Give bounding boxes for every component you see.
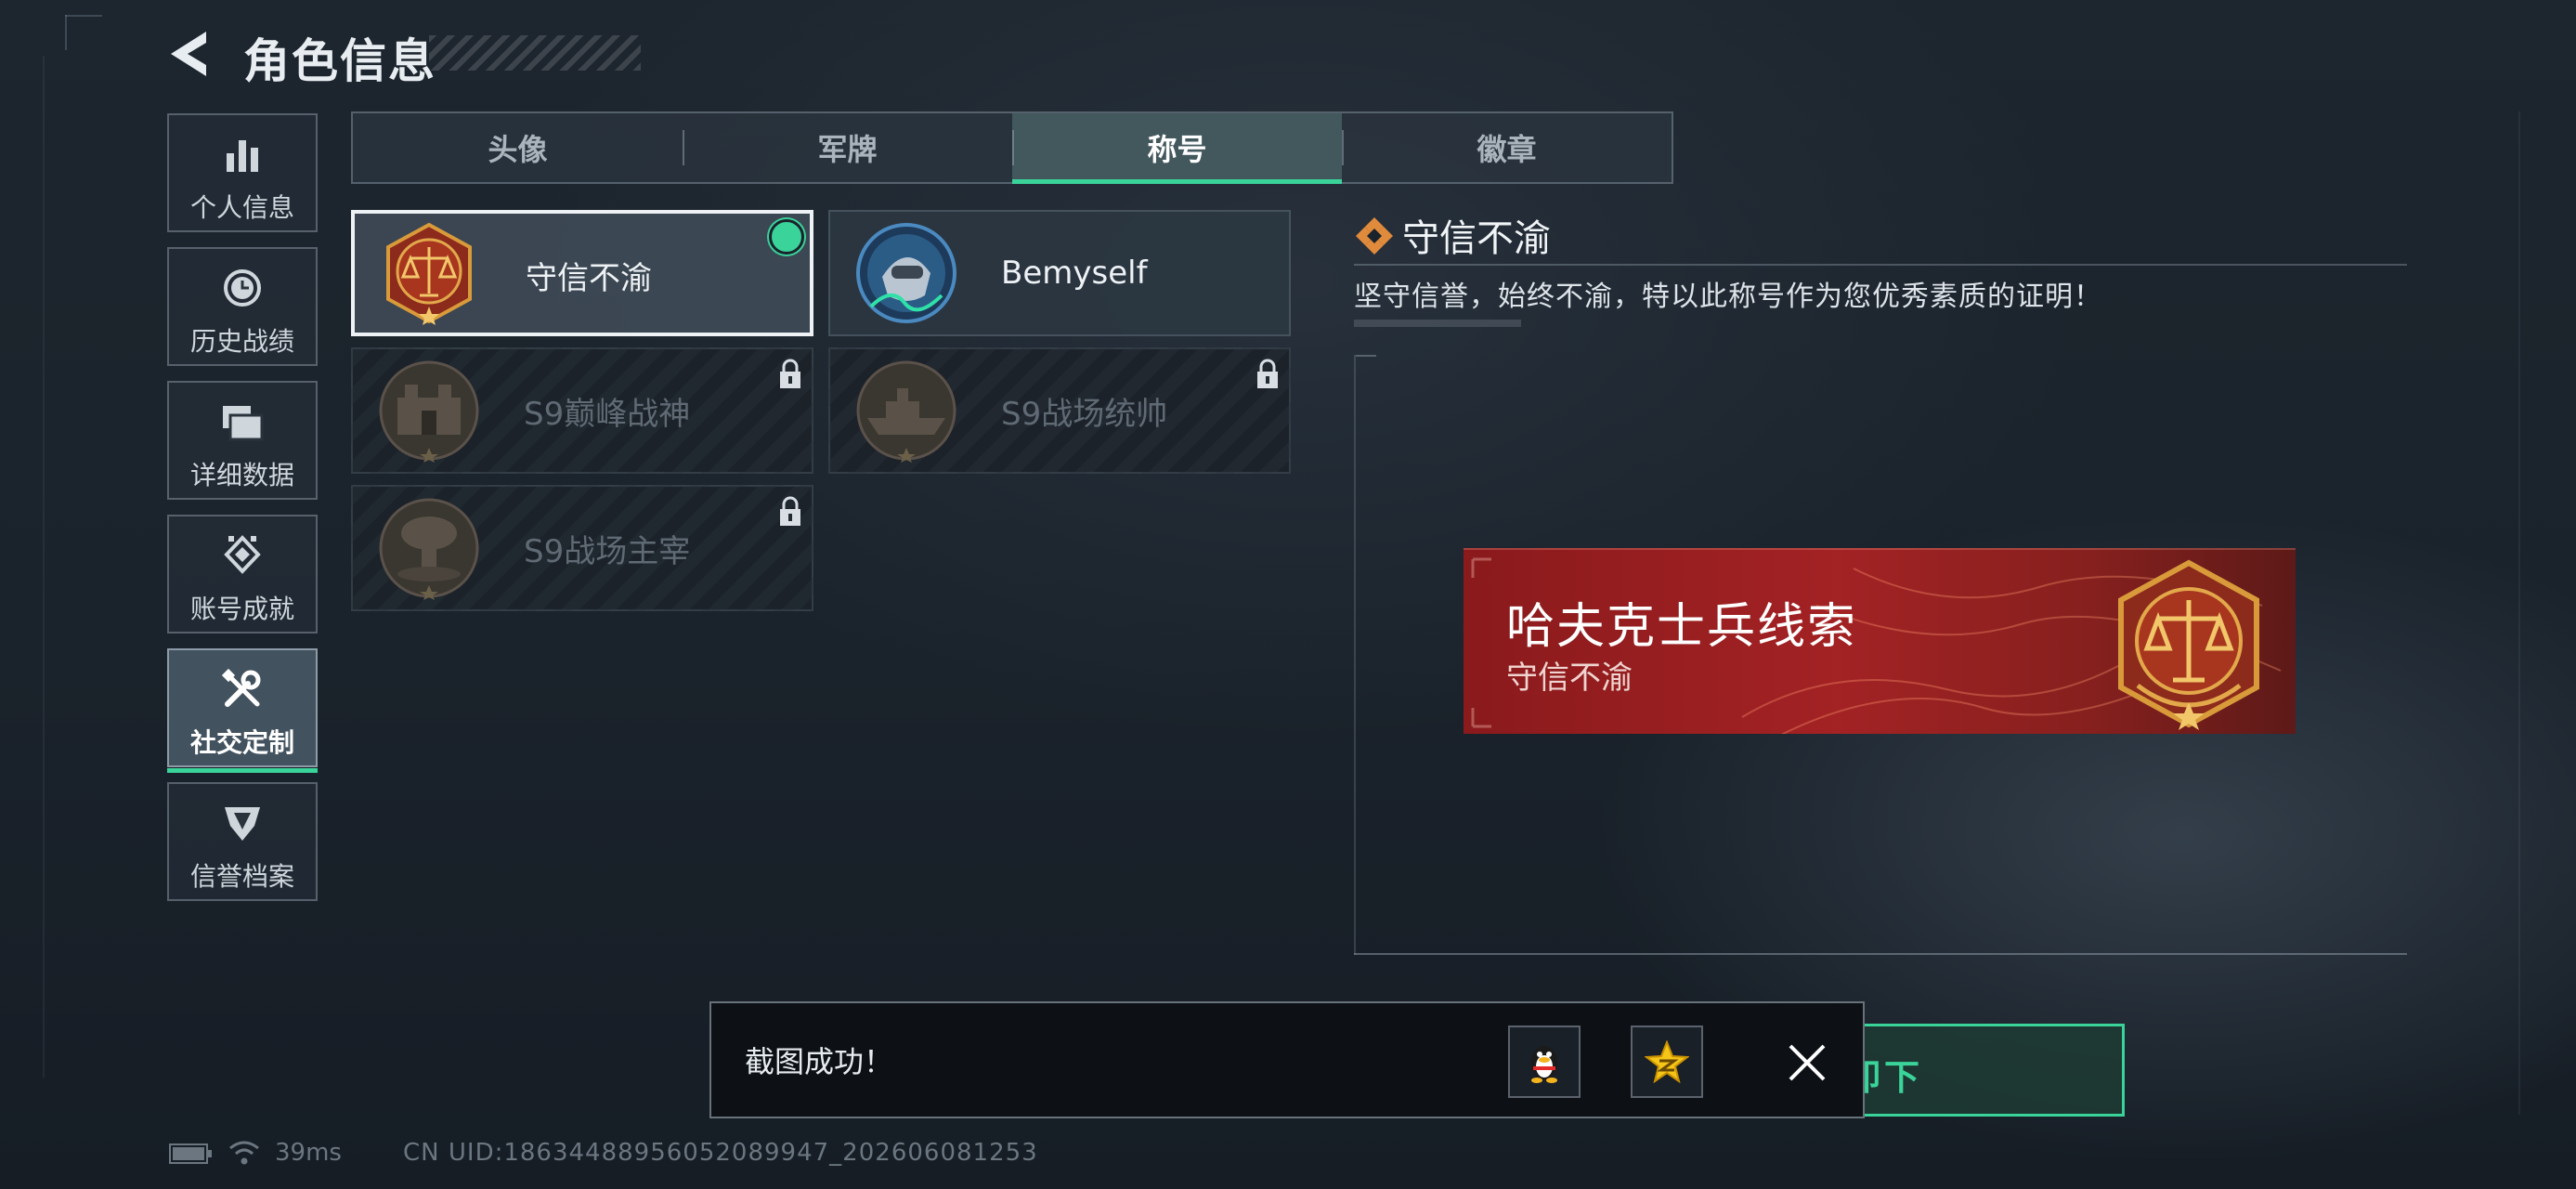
history-clock-icon bbox=[169, 264, 316, 312]
title-card-s9-commander[interactable]: S9战场统帅 bbox=[828, 347, 1291, 474]
soldier-signature-badge-icon bbox=[856, 223, 956, 323]
ping-text: 39ms bbox=[275, 1139, 342, 1167]
preview-player-name: 哈夫克士兵线索 bbox=[1506, 599, 1858, 655]
sidebar-item-detail-data[interactable]: 详细数据 bbox=[167, 381, 318, 500]
equipped-indicator bbox=[769, 219, 804, 255]
scales-badge-icon bbox=[386, 222, 472, 325]
uid-text: CN UID:18634488956052089947_202606081253 bbox=[403, 1139, 1038, 1167]
hud-vertical-line bbox=[2518, 111, 2520, 1115]
detail-sub-bar bbox=[1354, 320, 1521, 327]
sidebar-item-label: 信誉档案 bbox=[189, 861, 294, 892]
achievement-icon bbox=[169, 531, 316, 580]
title-card-name: S9战场主宰 bbox=[524, 532, 691, 570]
title-card-name: Bemyself bbox=[1001, 255, 1148, 292]
sidebar-item-achievements[interactable]: 账号成就 bbox=[167, 515, 318, 634]
warship-badge-icon bbox=[856, 360, 956, 463]
sidebar-item-history[interactable]: 历史战绩 bbox=[167, 247, 318, 366]
mushroom-cloud-badge-icon bbox=[379, 498, 479, 600]
fortress-badge-icon bbox=[379, 360, 479, 463]
detail-title-name: 守信不渝 bbox=[1402, 217, 1551, 260]
tab-badge[interactable]: 徽章 bbox=[1342, 113, 1672, 182]
page-title: 角色信息 bbox=[243, 34, 436, 88]
sidebar-item-label: 详细数据 bbox=[189, 460, 294, 490]
sidebar-item-label: 历史战绩 bbox=[189, 326, 294, 357]
lock-icon bbox=[780, 496, 800, 526]
tab-title[interactable]: 称号 bbox=[1012, 113, 1342, 184]
sidebar-item-credit-file[interactable]: 信誉档案 bbox=[167, 782, 318, 901]
sidebar-item-label: 账号成就 bbox=[189, 594, 294, 624]
title-card-name: 守信不渝 bbox=[526, 259, 652, 297]
credit-shield-icon bbox=[169, 799, 316, 847]
hud-corner-line bbox=[65, 15, 67, 50]
tab-avatar[interactable]: 头像 bbox=[353, 113, 683, 182]
title-card-name: S9战场统帅 bbox=[1001, 395, 1168, 433]
title-card-name: S9巅峰战神 bbox=[524, 395, 691, 433]
title-card-s9-dominator[interactable]: S9战场主宰 bbox=[351, 485, 813, 611]
tools-icon bbox=[169, 665, 316, 713]
title-card-bemyself[interactable]: Bemyself bbox=[828, 210, 1291, 336]
lock-icon bbox=[780, 359, 800, 388]
bar-chart-icon bbox=[169, 130, 316, 178]
lock-icon bbox=[1257, 359, 1278, 388]
qzone-share-button[interactable] bbox=[1631, 1026, 1703, 1098]
wifi-icon bbox=[229, 1141, 259, 1165]
title-card-s9-peak-god[interactable]: S9巅峰战神 bbox=[351, 347, 813, 474]
diamond-title-icon bbox=[1356, 217, 1393, 255]
sidebar-item-label: 个人信息 bbox=[189, 192, 294, 223]
sidebar-item-social-custom[interactable]: 社交定制 bbox=[167, 648, 318, 773]
toast-message: 截图成功！ bbox=[745, 1044, 894, 1079]
hud-corner-line bbox=[65, 15, 102, 17]
scales-badge-icon bbox=[2118, 559, 2259, 730]
detail-divider bbox=[1354, 264, 2407, 266]
back-arrow-icon[interactable] bbox=[165, 28, 215, 80]
sidebar-item-label: 社交定制 bbox=[189, 727, 294, 758]
title-card-shouxin[interactable]: 守信不渝 bbox=[351, 210, 813, 336]
close-x-icon[interactable] bbox=[1785, 1040, 1829, 1085]
folder-icon bbox=[169, 398, 316, 446]
title-decoration bbox=[429, 35, 641, 71]
qq-share-button[interactable] bbox=[1508, 1026, 1581, 1098]
screenshot-toast: 截图成功！ bbox=[709, 1001, 1865, 1118]
tab-dog-tag[interactable]: 军牌 bbox=[683, 113, 1012, 182]
hud-vertical-line bbox=[43, 56, 45, 1078]
title-preview-banner: 哈夫克士兵线索 守信不渝 bbox=[1464, 548, 2296, 734]
preview-title: 守信不渝 bbox=[1506, 660, 1633, 697]
detail-description: 坚守信誉，始终不渝，特以此称号作为您优秀素质的证明！ bbox=[1354, 281, 2102, 313]
battery-icon bbox=[169, 1143, 212, 1164]
sidebar-item-personal-info[interactable]: 个人信息 bbox=[167, 113, 318, 232]
tab-bar: 头像 军牌 称号 徽章 bbox=[351, 111, 1673, 184]
qq-penguin-icon bbox=[1531, 1046, 1557, 1083]
preview-divider bbox=[1354, 953, 2407, 955]
qzone-star-icon bbox=[1645, 1040, 1689, 1083]
